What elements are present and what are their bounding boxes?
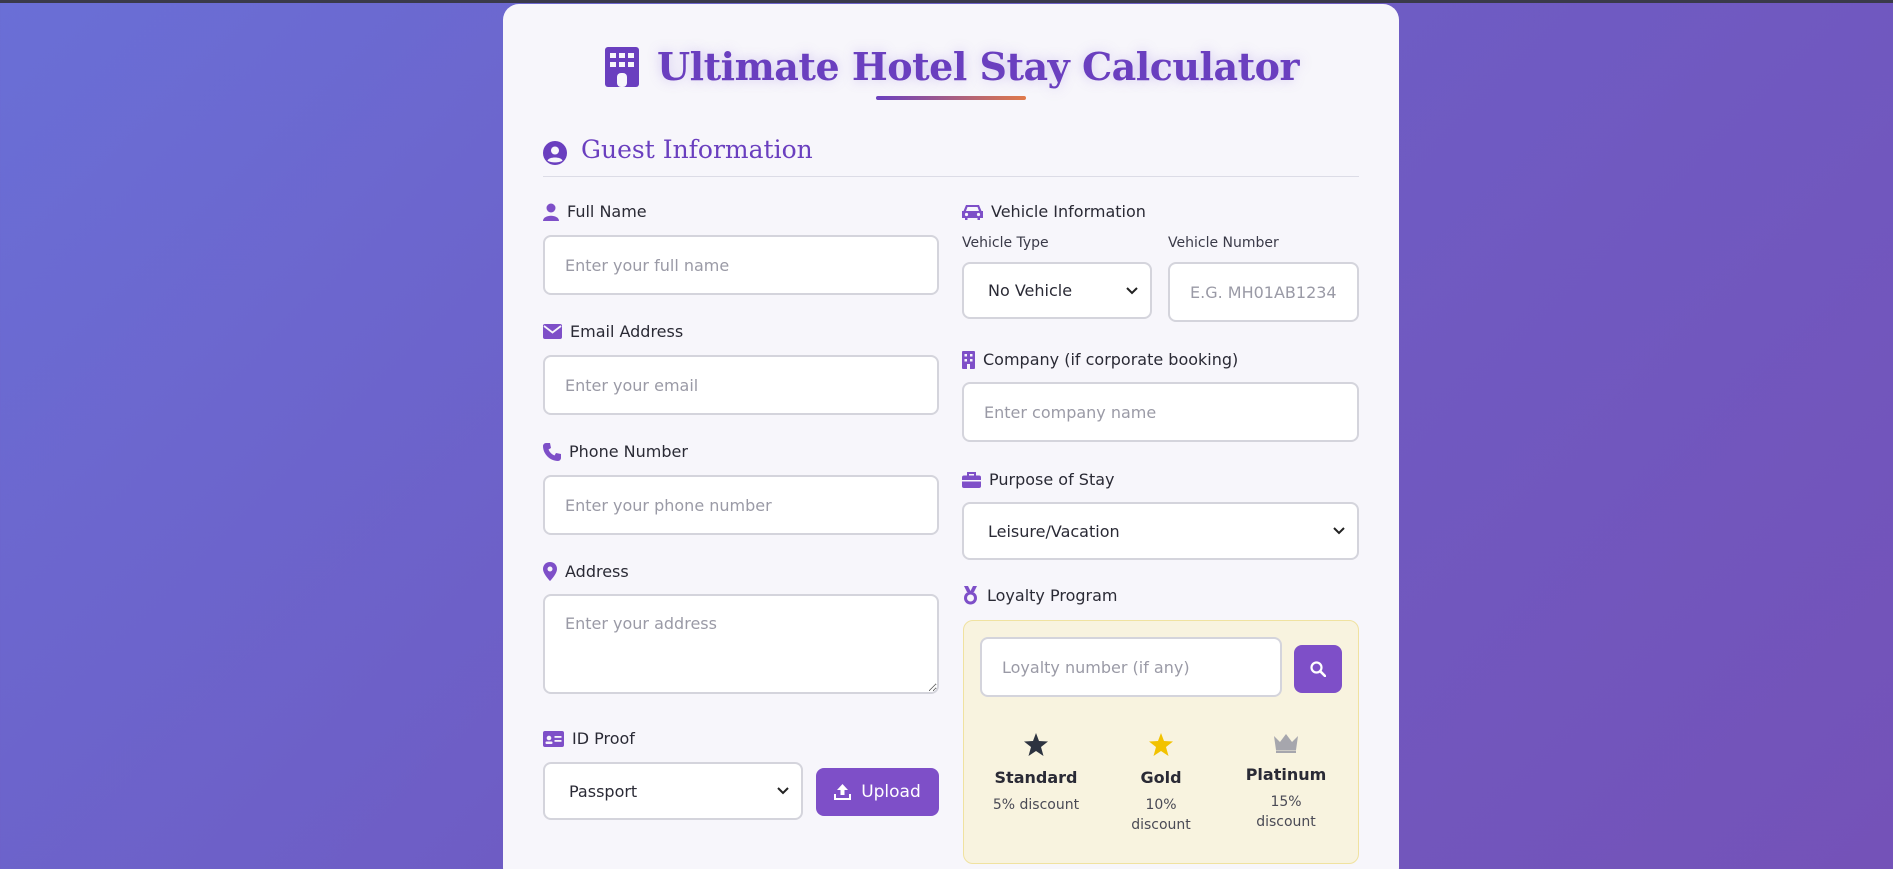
address-label: Address xyxy=(543,562,629,581)
title-underline xyxy=(876,96,1026,100)
star-icon xyxy=(1149,733,1173,756)
tier-platinum-discount: 15% discount xyxy=(1256,794,1316,830)
tier-standard: Standard 5% discount xyxy=(976,733,1096,815)
id-proof-label: ID Proof xyxy=(543,729,635,748)
vehicle-type-label: Vehicle Type xyxy=(962,235,1049,251)
id-proof-label-text: ID Proof xyxy=(572,729,635,748)
company-label: Company (if corporate booking) xyxy=(962,350,1238,369)
tier-gold: Gold 10% discount xyxy=(1101,733,1221,835)
medal-icon xyxy=(962,586,979,605)
full-name-label-text: Full Name xyxy=(567,202,647,221)
full-name-label: Full Name xyxy=(543,202,647,221)
envelope-icon xyxy=(543,324,562,339)
hotel-icon xyxy=(603,46,641,87)
briefcase-icon xyxy=(962,471,981,488)
loyalty-number-input[interactable] xyxy=(980,637,1282,697)
email-label-text: Email Address xyxy=(570,322,684,341)
search-icon xyxy=(1310,661,1326,677)
email-input[interactable] xyxy=(543,355,939,415)
id-proof-selected: Passport xyxy=(569,781,638,801)
map-pin-icon xyxy=(543,562,557,581)
chevron-down-icon xyxy=(777,787,789,795)
address-label-text: Address xyxy=(565,562,629,581)
chevron-down-icon xyxy=(1126,286,1138,295)
section-title: Guest Information xyxy=(581,135,813,164)
phone-label-text: Phone Number xyxy=(569,442,688,461)
company-input[interactable] xyxy=(962,382,1359,442)
email-label: Email Address xyxy=(543,322,683,341)
tier-standard-name: Standard xyxy=(994,768,1078,787)
upload-button[interactable]: Upload xyxy=(816,768,939,816)
loyalty-label: Loyalty Program xyxy=(962,586,1117,605)
purpose-label: Purpose of Stay xyxy=(962,470,1115,489)
user-icon xyxy=(543,203,559,221)
tier-platinum: Platinum 15% discount xyxy=(1226,733,1346,832)
section-header: Guest Information xyxy=(543,135,1359,177)
window-top-edge xyxy=(0,0,1893,3)
user-circle-icon xyxy=(543,141,567,165)
crown-icon xyxy=(1274,733,1298,753)
purpose-label-text: Purpose of Stay xyxy=(989,470,1115,489)
star-icon xyxy=(1024,733,1048,756)
full-name-input[interactable] xyxy=(543,235,939,295)
id-proof-select[interactable]: Passport xyxy=(543,762,803,820)
loyalty-panel: Standard 5% discount Gold 10% discount P… xyxy=(963,620,1359,864)
id-card-icon xyxy=(543,730,564,747)
loyalty-label-text: Loyalty Program xyxy=(987,586,1118,605)
car-icon xyxy=(962,204,983,220)
company-label-text: Company (if corporate booking) xyxy=(983,350,1239,369)
building-icon xyxy=(962,350,975,369)
phone-input[interactable] xyxy=(543,475,939,535)
tier-standard-discount: 5% discount xyxy=(992,797,1080,813)
upload-button-label: Upload xyxy=(861,782,921,802)
phone-label: Phone Number xyxy=(543,442,688,461)
vehicle-label: Vehicle Information xyxy=(962,202,1146,221)
address-textarea[interactable] xyxy=(543,594,939,694)
tier-platinum-name: Platinum xyxy=(1245,765,1327,784)
tier-gold-discount: 10% discount xyxy=(1131,797,1191,833)
phone-icon xyxy=(543,442,561,461)
vehicle-type-selected: No Vehicle xyxy=(988,281,1073,300)
vehicle-label-text: Vehicle Information xyxy=(991,202,1146,221)
purpose-select[interactable]: Leisure/Vacation xyxy=(962,502,1359,560)
chevron-down-icon xyxy=(1333,527,1345,535)
vehicle-type-select[interactable]: No Vehicle xyxy=(962,262,1152,319)
header: Ultimate Hotel Stay Calculator xyxy=(503,44,1399,91)
purpose-selected: Leisure/Vacation xyxy=(988,521,1120,541)
calculator-card: Ultimate Hotel Stay Calculator Guest Inf… xyxy=(503,4,1399,869)
page-title-text: Ultimate Hotel Stay Calculator xyxy=(657,44,1299,89)
tier-gold-name: Gold xyxy=(1140,768,1182,787)
loyalty-search-button[interactable] xyxy=(1294,645,1342,693)
page-title: Ultimate Hotel Stay Calculator xyxy=(603,44,1299,89)
vehicle-number-input[interactable] xyxy=(1168,262,1359,322)
vehicle-number-label: Vehicle Number xyxy=(1168,235,1279,251)
upload-icon xyxy=(834,784,852,800)
